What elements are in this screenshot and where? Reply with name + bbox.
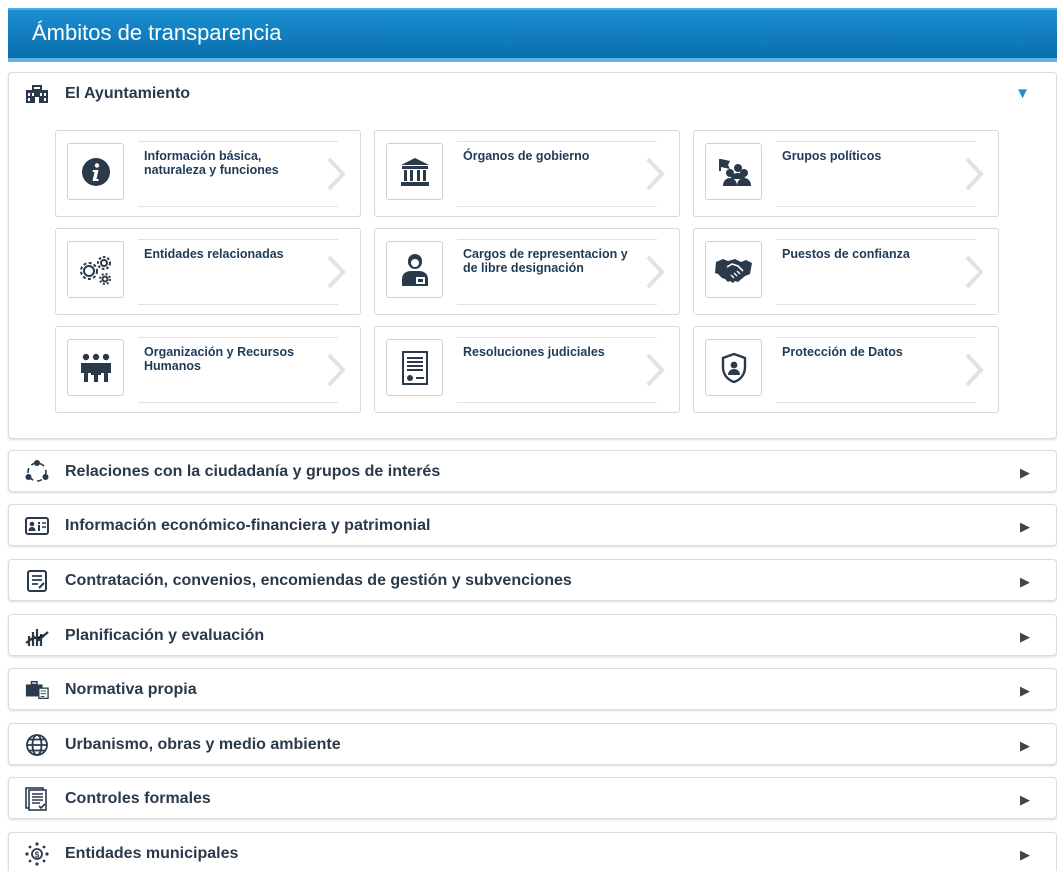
section-title: Urbanismo, obras y medio ambiente <box>65 736 341 753</box>
card-organizacion-rrhh[interactable]: Organización y Recursos Humanos <box>55 326 361 413</box>
card-label: Protección de Datos <box>782 345 903 359</box>
building-icon <box>25 83 49 105</box>
section-entidades-municipales: $ Entidades municipales ▶ <box>8 832 1057 871</box>
section-header-urbanismo[interactable]: Urbanismo, obras y medio ambiente ▶ <box>9 724 1056 766</box>
section-header-economica[interactable]: Información económico-financiera y patri… <box>9 505 1056 547</box>
people-cycle-icon <box>25 460 49 483</box>
chevron-right-icon <box>327 157 346 191</box>
card-entidades-relacionadas[interactable]: Entidades relacionadas <box>55 228 361 315</box>
section-title: Entidades municipales <box>65 845 239 862</box>
card-resoluciones-judiciales[interactable]: Resoluciones judiciales <box>374 326 680 413</box>
card-label: Órganos de gobierno <box>463 149 590 163</box>
government-building-icon <box>386 143 443 200</box>
card-label: Información básica, naturaleza y funcion… <box>144 149 279 177</box>
briefcase-document-icon <box>25 679 49 701</box>
globe-icon <box>25 734 49 756</box>
caret-right-icon: ▶ <box>1020 847 1030 862</box>
card-proteccion-datos[interactable]: Protección de Datos <box>693 326 999 413</box>
card-puestos-confianza[interactable]: Puestos de confianza <box>693 228 999 315</box>
political-groups-icon <box>705 143 762 200</box>
chevron-right-icon <box>646 255 665 289</box>
section-title: Planificación y evaluación <box>65 627 265 644</box>
section-ayuntamiento: El Ayuntamiento ▼ Información básica, na… <box>8 72 1057 439</box>
handshake-icon <box>705 241 762 298</box>
section-title: Información económico-financiera y patri… <box>65 517 431 534</box>
section-header-relaciones[interactable]: Relaciones con la ciudadanía y grupos de… <box>9 451 1056 493</box>
card-organos-gobierno[interactable]: Órganos de gobierno <box>374 130 680 217</box>
checklist-icon <box>25 787 49 811</box>
chevron-right-icon <box>965 157 984 191</box>
contract-icon <box>25 570 49 592</box>
section-header-planificacion[interactable]: Planificación y evaluación ▶ <box>9 615 1056 657</box>
page-header: Ámbitos de transparencia <box>8 8 1057 58</box>
card-cargos-representacion[interactable]: Cargos de representacion y de libre desi… <box>374 228 680 315</box>
card-label: Organización y Recursos Humanos <box>144 345 295 373</box>
section-title: Contratación, convenios, encomiendas de … <box>65 572 572 589</box>
section-header-normativa[interactable]: Normativa propia ▶ <box>9 669 1056 711</box>
caret-right-icon: ▶ <box>1020 465 1030 480</box>
caret-down-icon: ▼ <box>1015 85 1030 102</box>
section-relaciones-ciudadania: Relaciones con la ciudadanía y grupos de… <box>8 450 1057 492</box>
section-header-controles[interactable]: Controles formales ▶ <box>9 778 1056 820</box>
gears-icon <box>67 241 124 298</box>
chevron-right-icon <box>327 255 346 289</box>
card-label: Grupos políticos <box>782 149 882 163</box>
section-title: Controles formales <box>65 790 211 807</box>
section-urbanismo: Urbanismo, obras y medio ambiente ▶ <box>8 723 1057 765</box>
caret-right-icon: ▶ <box>1020 574 1030 589</box>
caret-right-icon: ▶ <box>1020 738 1030 753</box>
card-label: Puestos de confianza <box>782 247 910 261</box>
chevron-right-icon <box>965 353 984 387</box>
card-label: Cargos de representacion y de libre desi… <box>463 247 628 275</box>
page-title: Ámbitos de transparencia <box>32 20 282 45</box>
caret-right-icon: ▶ <box>1020 629 1030 644</box>
chevron-right-icon <box>646 157 665 191</box>
finance-card-icon <box>25 515 49 537</box>
section-header-ayuntamiento[interactable]: El Ayuntamiento ▼ <box>9 73 1056 115</box>
planning-icon <box>25 625 49 647</box>
card-grupos-politicos[interactable]: Grupos políticos <box>693 130 999 217</box>
section-informacion-economica: Información económico-financiera y patri… <box>8 504 1057 546</box>
svg-text:$: $ <box>35 851 40 860</box>
section-title: Relaciones con la ciudadanía y grupos de… <box>65 463 441 480</box>
caret-right-icon: ▶ <box>1020 792 1030 807</box>
header-divider <box>8 58 1057 62</box>
representative-icon <box>386 241 443 298</box>
card-informacion-basica[interactable]: Información básica, naturaleza y funcion… <box>55 130 361 217</box>
section-header-entidades[interactable]: $ Entidades municipales ▶ <box>9 833 1056 871</box>
card-label: Resoluciones judiciales <box>463 345 605 359</box>
entities-network-icon: $ <box>25 842 49 866</box>
chevron-right-icon <box>965 255 984 289</box>
section-title: El Ayuntamiento <box>65 85 191 102</box>
section-header-contratacion[interactable]: Contratación, convenios, encomiendas de … <box>9 560 1056 602</box>
chevron-right-icon <box>646 353 665 387</box>
document-seal-icon <box>386 339 443 396</box>
people-icon <box>67 339 124 396</box>
info-icon <box>67 143 124 200</box>
chevron-right-icon <box>327 353 346 387</box>
caret-right-icon: ▶ <box>1020 683 1030 698</box>
caret-right-icon: ▶ <box>1020 519 1030 534</box>
section-controles-formales: Controles formales ▶ <box>8 777 1057 819</box>
section-planificacion: Planificación y evaluación ▶ <box>8 614 1057 656</box>
section-normativa: Normativa propia ▶ <box>8 668 1057 710</box>
section-contratacion: Contratación, convenios, encomiendas de … <box>8 559 1057 601</box>
card-label: Entidades relacionadas <box>144 247 284 261</box>
shield-user-icon <box>705 339 762 396</box>
section-title: Normativa propia <box>65 681 197 698</box>
